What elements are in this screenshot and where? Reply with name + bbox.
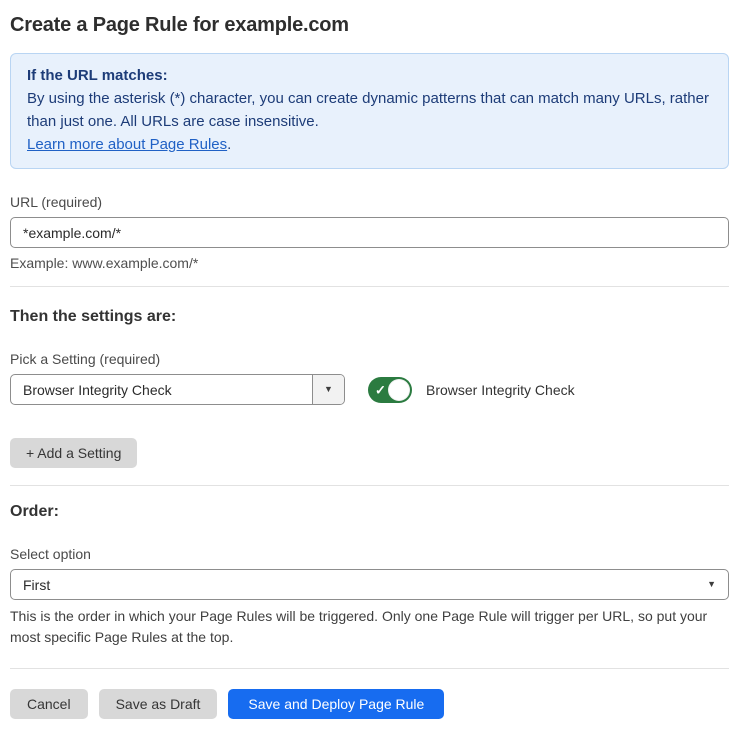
url-field-label: URL (required) bbox=[10, 194, 729, 210]
add-setting-button[interactable]: + Add a Setting bbox=[10, 438, 137, 468]
info-box-body: By using the asterisk (*) character, you… bbox=[27, 87, 712, 133]
learn-more-link[interactable]: Learn more about Page Rules bbox=[27, 136, 227, 153]
check-icon: ✓ bbox=[375, 383, 386, 396]
pick-setting-label: Pick a Setting (required) bbox=[10, 351, 729, 367]
info-box-link-line: Learn more about Page Rules. bbox=[27, 133, 712, 156]
save-as-draft-button[interactable]: Save as Draft bbox=[99, 689, 218, 719]
url-input[interactable] bbox=[10, 217, 729, 248]
page-rule-form: Create a Page Rule for example.com If th… bbox=[0, 13, 750, 719]
cancel-button[interactable]: Cancel bbox=[10, 689, 88, 719]
setting-dropdown-value: Browser Integrity Check bbox=[11, 375, 312, 404]
divider bbox=[10, 286, 729, 287]
chevron-down-icon: ▼ bbox=[707, 580, 716, 589]
chevron-down-icon: ▼ bbox=[324, 385, 333, 394]
toggle-knob bbox=[388, 379, 410, 401]
order-select-label: Select option bbox=[10, 546, 729, 562]
save-and-deploy-button[interactable]: Save and Deploy Page Rule bbox=[228, 689, 444, 719]
divider bbox=[10, 668, 729, 669]
toggle-label: Browser Integrity Check bbox=[426, 382, 575, 398]
setting-picker-row: Browser Integrity Check ▼ ✓ Browser Inte… bbox=[10, 374, 729, 405]
url-example-helper: Example: www.example.com/* bbox=[10, 255, 729, 272]
browser-integrity-toggle[interactable]: ✓ bbox=[368, 377, 412, 403]
settings-section-heading: Then the settings are: bbox=[10, 307, 729, 326]
info-box-heading: If the URL matches: bbox=[27, 64, 712, 87]
link-suffix: . bbox=[227, 136, 231, 153]
footer-actions: Cancel Save as Draft Save and Deploy Pag… bbox=[10, 689, 729, 719]
url-match-info-box: If the URL matches: By using the asteris… bbox=[10, 53, 729, 169]
setting-dropdown-button[interactable]: ▼ bbox=[312, 375, 344, 404]
page-title: Create a Page Rule for example.com bbox=[10, 13, 729, 37]
order-select[interactable]: First ▼ bbox=[10, 569, 729, 600]
order-select-value: First bbox=[23, 577, 50, 593]
order-helper-text: This is the order in which your Page Rul… bbox=[10, 606, 729, 648]
order-section-heading: Order: bbox=[10, 502, 729, 521]
divider bbox=[10, 485, 729, 486]
setting-dropdown[interactable]: Browser Integrity Check ▼ bbox=[10, 374, 345, 405]
